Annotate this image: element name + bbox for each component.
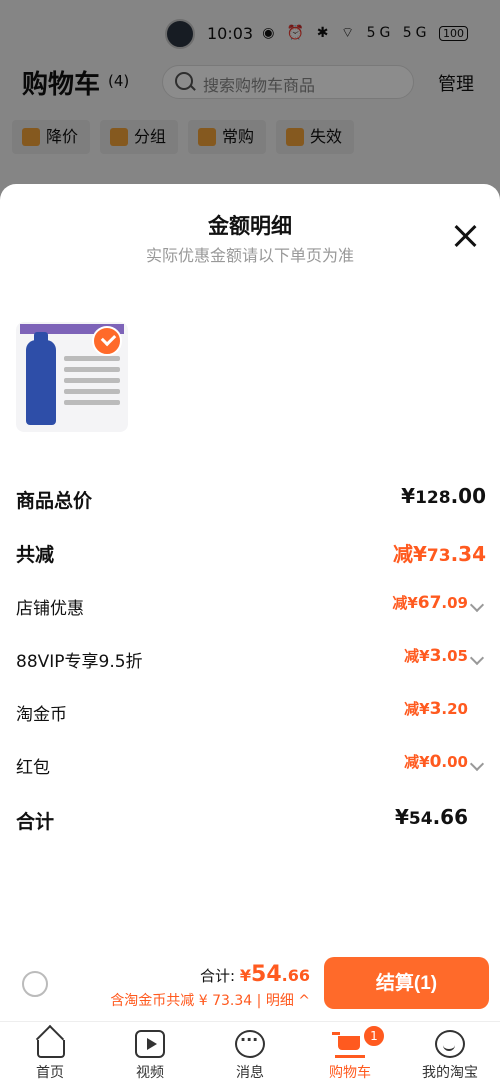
cart-badge: 1	[362, 1024, 386, 1048]
tab-video[interactable]: 视频	[100, 1022, 200, 1086]
row-label: 淘金币	[16, 705, 67, 725]
home-icon	[37, 1040, 65, 1058]
sheet-subtitle: 实际优惠金额请以下单页为准	[145, 246, 354, 265]
tab-label: 视频	[136, 1065, 164, 1081]
tab-label: 首页	[36, 1065, 64, 1081]
footer-total: 合计: ¥54.66	[200, 962, 310, 987]
tab-label: 我的淘宝	[422, 1065, 478, 1081]
sheet-title: 金额明细	[208, 214, 292, 238]
row-vip-discount[interactable]: 88VIP专享9.5折 减¥3.05	[16, 643, 486, 679]
smile-icon	[435, 1030, 465, 1058]
cart-icon	[332, 1030, 365, 1058]
row-store-discount[interactable]: 店铺优惠 减¥67.09	[16, 590, 486, 626]
checkout-button[interactable]: 结算(1)	[324, 957, 489, 1009]
row-label: 共减	[16, 544, 55, 566]
row-value: 减¥73.34	[392, 542, 486, 566]
close-icon[interactable]	[452, 222, 480, 250]
row-value: ¥128.00	[401, 484, 486, 508]
tab-label: 消息	[236, 1065, 264, 1081]
bottle-image	[26, 340, 56, 425]
total-price: ¥54.66	[239, 962, 310, 987]
price-detail-sheet: 金额明细 实际优惠金额请以下单页为准 商品总价 ¥128.00 共减 减¥73.…	[0, 184, 500, 1085]
row-label: 合计	[16, 811, 55, 833]
chevron-down-icon	[469, 650, 485, 666]
row-value: 减¥3.20	[404, 699, 468, 719]
tab-label: 购物车	[329, 1065, 371, 1081]
row-value: 减¥3.05	[404, 646, 468, 666]
row-label: 店铺优惠	[16, 599, 84, 619]
row-label: 商品总价	[16, 490, 93, 512]
tab-messages[interactable]: 消息	[200, 1022, 300, 1086]
row-label: 88VIP专享9.5折	[16, 652, 143, 672]
total-label: 合计:	[200, 967, 236, 985]
row-total-discount: 共减 减¥73.34	[16, 536, 486, 572]
message-icon	[235, 1030, 265, 1058]
row-red-packet[interactable]: 红包 减¥0.00	[16, 749, 486, 785]
row-value: ¥54.66	[394, 805, 468, 829]
row-label: 红包	[16, 758, 50, 778]
tab-home[interactable]: 首页	[0, 1022, 100, 1086]
chevron-down-icon	[469, 756, 485, 772]
product-info-lines	[64, 350, 120, 411]
row-coins: 淘金币 减¥3.20	[16, 696, 486, 732]
row-value: 减¥67.09	[392, 593, 468, 613]
selected-check-icon[interactable]	[92, 326, 122, 356]
select-all-radio[interactable]	[22, 971, 48, 997]
row-value: 减¥0.00	[404, 752, 468, 772]
row-subtotal: 商品总价 ¥128.00	[16, 482, 486, 518]
row-grand-total: 合计 ¥54.66	[16, 803, 486, 839]
savings-detail-link[interactable]: 含淘金币共减 ¥ 73.34 | 明细 ^	[110, 990, 310, 1010]
bottom-tab-bar: 首页 视频 消息 1 购物车 我的淘宝	[0, 1021, 500, 1086]
chevron-down-icon	[469, 597, 485, 613]
tab-cart[interactable]: 1 购物车	[300, 1022, 400, 1086]
video-icon	[135, 1030, 165, 1058]
tab-my-taobao[interactable]: 我的淘宝	[400, 1022, 500, 1086]
